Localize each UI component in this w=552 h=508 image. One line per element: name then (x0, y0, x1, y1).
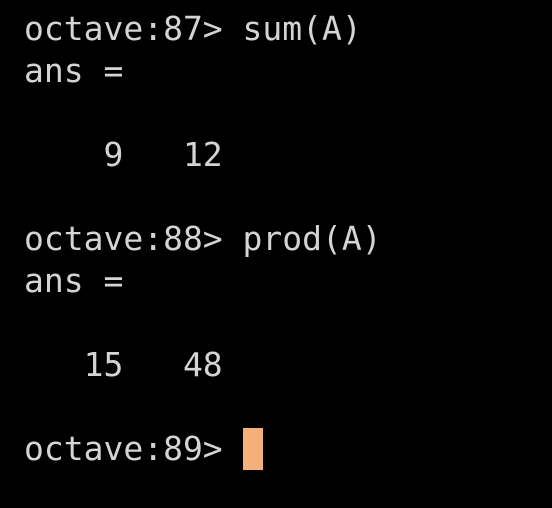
output-line: ans = (24, 51, 124, 90)
command-text: prod(A) (242, 219, 382, 258)
command-line-87: octave:87> sum(A) (24, 8, 362, 50)
output-line: ans = (24, 261, 124, 300)
terminal-window[interactable]: octave:87> sum(A) ans = 9 12 octave:88> … (0, 0, 552, 508)
prompt: octave:87> (24, 9, 243, 48)
command-text: sum(A) (242, 9, 362, 48)
output-values: 15 48 (24, 345, 223, 384)
prompt: octave:89> (24, 429, 243, 468)
prompt: octave:88> (24, 219, 243, 258)
active-command-line[interactable]: octave:89> (24, 428, 263, 470)
command-line-88: octave:88> prod(A) (24, 218, 382, 260)
output-values: 9 12 (24, 135, 223, 174)
text-cursor (242, 428, 263, 470)
